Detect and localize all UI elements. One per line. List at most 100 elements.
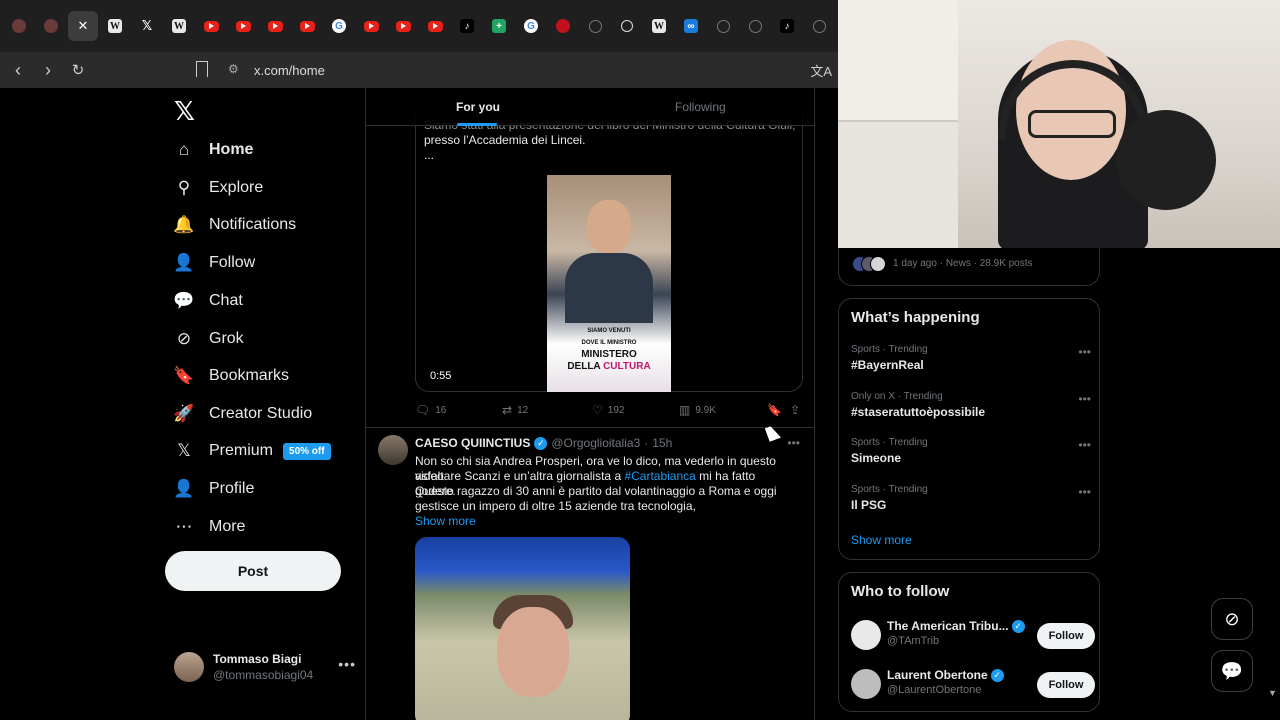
reload-icon[interactable]: ↻ (66, 58, 90, 82)
trend-item[interactable]: Sports · Trending Simeone ••• (851, 437, 1091, 471)
translate-icon[interactable]: 文A (810, 61, 832, 80)
suggestion-name[interactable]: Laurent Obertone ✓ (887, 668, 1004, 682)
nav-item-bookmarks[interactable]: 🔖 Bookmarks (173, 359, 289, 393)
nav-item-follow[interactable]: 👤 Follow (173, 246, 255, 280)
browser-tab[interactable]: W (644, 11, 674, 41)
nav-item-more[interactable]: ⋯ More (173, 510, 246, 544)
browser-tab[interactable]: W (164, 11, 194, 41)
browser-tab[interactable]: W (100, 11, 130, 41)
nav-item-grok[interactable]: ⊘ Grok (173, 322, 244, 356)
nav-item-premium[interactable]: 𝕏 Premium 50% off (173, 434, 331, 468)
tiktok-icon: ♪ (780, 19, 794, 33)
browser-tab[interactable] (708, 11, 738, 41)
avatar[interactable] (851, 669, 881, 699)
browser-tab[interactable] (804, 11, 834, 41)
browser-tab[interactable] (548, 11, 578, 41)
tweet-media-image[interactable] (415, 537, 630, 720)
browser-tab[interactable] (388, 11, 418, 41)
browser-tab[interactable]: ∞ (676, 11, 706, 41)
browser-tab[interactable]: + (484, 11, 514, 41)
more-dots-icon[interactable]: ••• (1078, 438, 1091, 452)
wikipedia-icon: W (172, 19, 186, 33)
follow-suggestion[interactable]: Laurent Obertone ✓ @LaurentObertone Follo… (851, 668, 1095, 702)
more-dots-icon[interactable]: ••• (787, 436, 800, 450)
browser-tab[interactable]: G (516, 11, 546, 41)
who-to-follow-card: Who to follow The American Tribu... ✓ @TA… (838, 572, 1100, 712)
bookmark-button[interactable]: 🔖 (767, 403, 782, 417)
news-card-footer[interactable]: 1 day ago · News · 28.9K posts (838, 248, 1100, 286)
browser-tab[interactable]: ♪ (452, 11, 482, 41)
tweet-time[interactable]: 15h (652, 436, 672, 450)
browser-tab[interactable]: G (324, 11, 354, 41)
account-switcher[interactable]: Tommaso Biagi @tommasobiagi04 ••• (174, 650, 356, 684)
reply-button[interactable]: 🗨 16 (415, 403, 446, 417)
more-dots-icon[interactable]: ••• (1078, 345, 1091, 359)
post-button[interactable]: Post (165, 551, 341, 591)
url-text[interactable]: x.com/home (254, 63, 325, 78)
browser-tab[interactable] (4, 11, 34, 41)
browser-tab[interactable]: ♪ (772, 11, 802, 41)
user-name: Tommaso Biagi (213, 652, 302, 666)
left-sidebar-nav: 𝕏 ⌂ Home ⚲ Explore 🔔 Notifications 👤 Follow 💬 Cha… (160, 88, 365, 720)
trend-item[interactable]: Sports · Trending #BayernReal ••• (851, 344, 1091, 378)
timeline: For you Following Siamo stati alla prese… (365, 88, 815, 720)
webcam-glasses (1028, 110, 1116, 138)
more-dots-icon[interactable]: ••• (338, 656, 356, 672)
close-icon[interactable]: ✕ (76, 18, 90, 33)
follow-button[interactable]: Follow (1037, 623, 1095, 649)
rocket-icon: 🚀 (173, 404, 195, 423)
show-more-link[interactable]: Show more (415, 514, 476, 528)
tab-for-you[interactable]: For you (456, 100, 500, 114)
nav-item-chat[interactable]: 💬 Chat (173, 284, 242, 318)
media-person-face (497, 607, 569, 697)
like-button[interactable]: ♡ 192 (592, 403, 624, 417)
repost-button[interactable]: ⇄ 12 (502, 403, 528, 417)
nav-item-profile[interactable]: 👤 Profile (173, 472, 254, 506)
nav-item-notifications[interactable]: 🔔 Notifications (173, 208, 296, 242)
forward-icon[interactable]: › (36, 58, 60, 82)
hashtag-link[interactable]: #Cartabianca (624, 469, 695, 483)
x-logo-icon[interactable]: 𝕏 (174, 96, 195, 127)
nav-item-creator-studio[interactable]: 🚀 Creator Studio (173, 397, 312, 431)
more-dots-icon[interactable]: ••• (1078, 485, 1091, 499)
follow-suggestion[interactable]: The American Tribu... ✓ @TAmTrib Follow (851, 619, 1095, 653)
more-dots-icon[interactable]: ••• (1078, 392, 1091, 406)
author-handle[interactable]: @Orgoglioitalia3 (551, 436, 640, 450)
share-button[interactable]: ⇪ (790, 403, 800, 417)
browser-tab[interactable] (612, 11, 642, 41)
section-title: What’s happening (851, 309, 980, 326)
back-icon[interactable]: ‹ (6, 58, 30, 82)
nav-item-home[interactable]: ⌂ Home (173, 133, 254, 167)
browser-tab[interactable] (36, 11, 66, 41)
bookmark-star-icon[interactable] (196, 61, 208, 77)
avatar[interactable] (851, 620, 881, 650)
browser-tab[interactable] (740, 11, 770, 41)
x-icon: 𝕏 (141, 18, 153, 33)
scroll-down-arrow-icon[interactable]: ▼ (1268, 688, 1277, 698)
nav-item-explore[interactable]: ⚲ Explore (173, 171, 263, 205)
avatar[interactable] (378, 435, 408, 465)
browser-tab[interactable] (580, 11, 610, 41)
video-thumbnail[interactable]: SIAMO VENUTI DOVE IL MINISTRO MINISTERO … (547, 175, 671, 392)
sheets-icon: + (492, 19, 506, 33)
address-bar[interactable]: ⚙ x.com/home 文A (190, 57, 838, 83)
show-more-link[interactable]: Show more (851, 533, 912, 547)
browser-tab[interactable] (196, 11, 226, 41)
trend-item[interactable]: Sports · Trending Il PSG ••• (851, 484, 1091, 518)
grok-float-button[interactable]: ⊘ (1211, 598, 1253, 640)
suggestion-name[interactable]: The American Tribu... ✓ (887, 619, 1025, 633)
browser-tab[interactable]: 𝕏 (132, 11, 162, 41)
browser-tab[interactable] (292, 11, 322, 41)
views-button[interactable]: ▥ 9.9K (679, 403, 716, 417)
follow-button[interactable]: Follow (1037, 672, 1095, 698)
browser-tab[interactable] (228, 11, 258, 41)
browser-tab[interactable] (420, 11, 450, 41)
trend-item[interactable]: Only on X · Trending #staseratuttoèpossib… (851, 391, 1091, 425)
browser-tab[interactable] (356, 11, 386, 41)
messages-float-button[interactable]: 💬 (1211, 650, 1253, 692)
browser-tab[interactable] (260, 11, 290, 41)
site-settings-icon[interactable]: ⚙ (228, 62, 244, 78)
author-name[interactable]: CAESO QUIINCTIUS (415, 436, 530, 450)
browser-tab[interactable]: ✕ (68, 11, 98, 41)
tab-following[interactable]: Following (675, 100, 726, 114)
